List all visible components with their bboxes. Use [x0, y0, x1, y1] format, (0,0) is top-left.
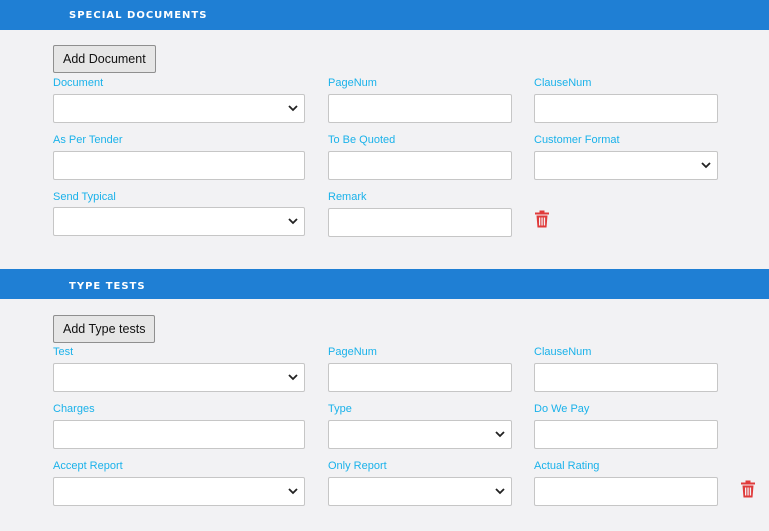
page-num-input[interactable]	[328, 363, 512, 392]
to-be-quoted-label: To Be Quoted	[328, 134, 396, 146]
trash-icon[interactable]	[740, 480, 756, 498]
accept-report-select[interactable]	[53, 477, 305, 506]
chevron-down-icon	[288, 488, 298, 495]
type-label: Type	[328, 403, 352, 415]
add-type-tests-button[interactable]: Add Type tests	[53, 315, 156, 343]
test-select[interactable]	[53, 363, 305, 392]
trash-icon[interactable]	[534, 210, 550, 228]
special-documents-header: SPECIAL DOCUMENTS	[0, 0, 769, 30]
chevron-down-icon	[288, 105, 298, 112]
charges-label: Charges	[53, 403, 95, 415]
customer-format-select[interactable]	[534, 151, 718, 180]
page-num-input[interactable]	[328, 94, 512, 123]
customer-format-label: Customer Format	[534, 134, 620, 146]
clause-num-input[interactable]	[534, 94, 718, 123]
test-label: Test	[53, 346, 74, 358]
do-we-pay-label: Do We Pay	[534, 403, 590, 415]
do-we-pay-input[interactable]	[534, 420, 718, 449]
page-num-label: PageNum	[328, 77, 377, 89]
actual-rating-input[interactable]	[534, 477, 718, 506]
page-num-label: PageNum	[328, 346, 377, 358]
type-tests-header: TYPE TESTS	[0, 269, 769, 299]
actual-rating-label: Actual Rating	[534, 460, 600, 472]
send-typical-label: Send Typical	[53, 191, 116, 203]
clause-num-input[interactable]	[534, 363, 718, 392]
chevron-down-icon	[288, 374, 298, 381]
charges-input[interactable]	[53, 420, 305, 449]
section-title: TYPE TESTS	[69, 281, 146, 292]
clause-num-label: ClauseNum	[534, 77, 592, 89]
to-be-quoted-input[interactable]	[328, 151, 512, 180]
document-select[interactable]	[53, 94, 305, 123]
only-report-label: Only Report	[328, 460, 387, 472]
chevron-down-icon	[288, 218, 298, 225]
as-per-tender-input[interactable]	[53, 151, 305, 180]
type-select[interactable]	[328, 420, 512, 449]
remark-label: Remark	[328, 191, 367, 203]
clause-num-label: ClauseNum	[534, 346, 592, 358]
chevron-down-icon	[701, 162, 711, 169]
send-typical-select[interactable]	[53, 207, 305, 236]
chevron-down-icon	[495, 431, 505, 438]
remark-input[interactable]	[328, 208, 512, 237]
as-per-tender-label: As Per Tender	[53, 134, 123, 146]
add-document-button[interactable]: Add Document	[53, 45, 156, 73]
chevron-down-icon	[495, 488, 505, 495]
section-title: SPECIAL DOCUMENTS	[69, 10, 208, 21]
only-report-select[interactable]	[328, 477, 512, 506]
document-label: Document	[53, 77, 104, 89]
accept-report-label: Accept Report	[53, 460, 123, 472]
page: SPECIAL DOCUMENTS Add Document Document …	[0, 0, 769, 531]
